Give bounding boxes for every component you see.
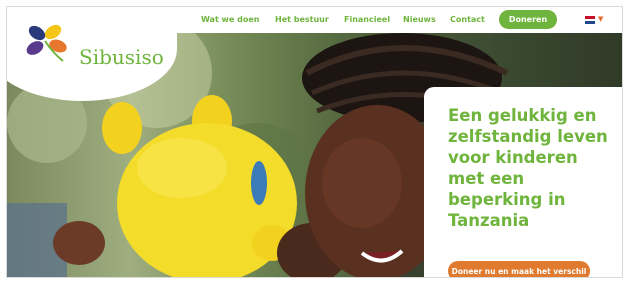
logo-wordmark[interactable]: Sibusiso bbox=[79, 45, 164, 69]
flower-petals-icon[interactable] bbox=[23, 21, 71, 65]
netherlands-flag-icon bbox=[585, 16, 595, 24]
browser-viewport: Wat we doen Het bestuur Financieel Nieuw… bbox=[6, 6, 623, 278]
nav-item-het-bestuur[interactable]: Het bestuur bbox=[275, 15, 329, 24]
chevron-down-icon: ▼ bbox=[598, 15, 604, 23]
language-selector[interactable]: ▼ bbox=[585, 15, 605, 25]
nav-item-wat-we-doen[interactable]: Wat we doen bbox=[201, 15, 260, 24]
nav-item-financieel[interactable]: Financieel bbox=[344, 15, 390, 24]
donate-button[interactable]: Doneren bbox=[499, 10, 557, 29]
nav-item-contact[interactable]: Contact bbox=[450, 15, 485, 24]
donate-now-button[interactable]: Doneer nu en maak het verschil bbox=[448, 261, 590, 277]
hero-text-card: Een gelukkig en zelfstandig leven voor k… bbox=[424, 87, 622, 277]
nav-item-nieuws[interactable]: Nieuws bbox=[403, 15, 436, 24]
hero-title: Een gelukkig en zelfstandig leven voor k… bbox=[448, 106, 608, 230]
